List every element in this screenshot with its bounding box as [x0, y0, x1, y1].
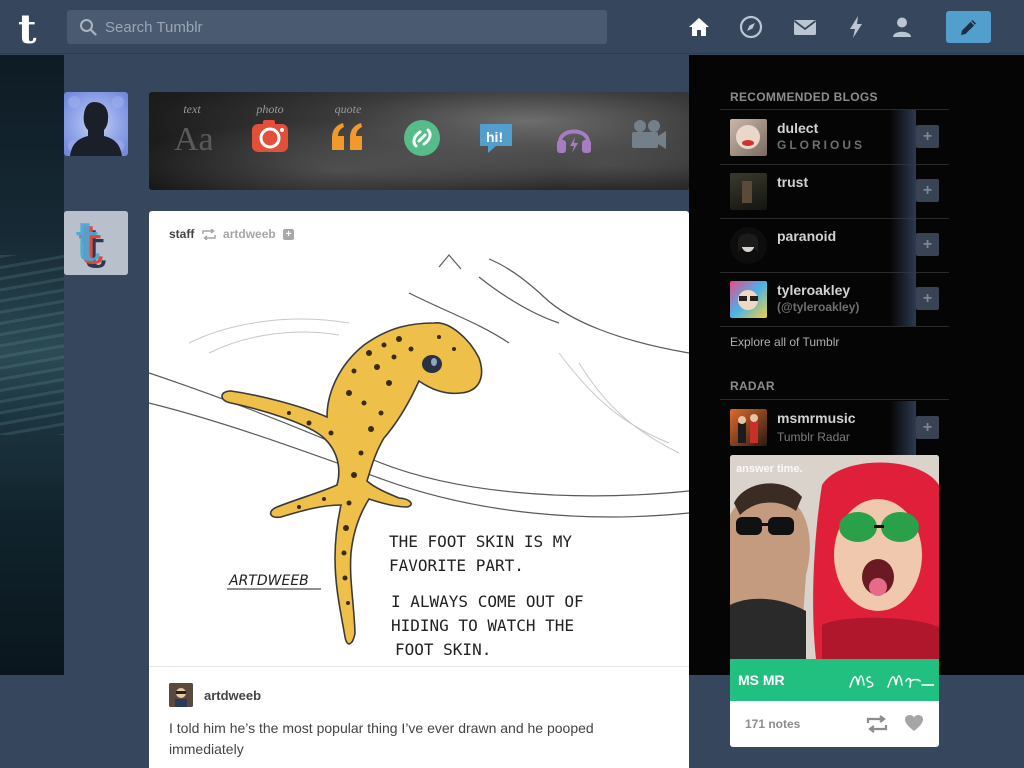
blog-name: paranoid	[777, 228, 837, 244]
svg-text:Aa: Aa	[174, 121, 212, 156]
post-type-link[interactable]	[387, 102, 457, 180]
radar-brand-banner: MS MR	[730, 659, 939, 701]
radar-photo: answer time.	[730, 455, 939, 659]
blog-avatar	[730, 119, 767, 156]
video-camera-icon	[632, 120, 666, 149]
blog-avatar	[730, 173, 767, 210]
post-type-chat[interactable]: hi!	[461, 102, 531, 180]
radar-heading: RADAR	[730, 379, 775, 393]
reblog-username[interactable]: artdweeb	[204, 688, 261, 703]
explore-all-link[interactable]: Explore all of Tumblr	[730, 335, 839, 349]
portrait-avatar-icon	[738, 233, 758, 253]
post-type-video[interactable]	[613, 102, 683, 180]
svg-text:THE FOOT SKIN IS MY: THE FOOT SKIN IS MY	[389, 532, 572, 551]
blog-title: (@tyleroakley)	[777, 300, 860, 314]
post-body-text: I told him he’s the most popular thing I…	[169, 720, 594, 757]
svg-text:FOOT SKIN.: FOOT SKIN.	[395, 640, 491, 659]
radar-post-card[interactable]: answer time. MS MR 171 notes	[730, 455, 939, 747]
post-header: staff artdweeb +	[169, 227, 295, 243]
compose-post-button[interactable]	[946, 11, 991, 43]
brand-signature-logo	[849, 675, 934, 688]
svg-text:hi!: hi!	[486, 129, 503, 145]
link-icon	[404, 120, 440, 156]
follow-blog-button[interactable]: +	[916, 416, 939, 439]
radar-blog-msmrmusic[interactable]: msmrmusic Tumblr Radar +	[720, 401, 949, 455]
silhouette-avatar-icon	[68, 96, 124, 156]
staff-avatar[interactable]: t t t	[64, 211, 128, 275]
inbox-envelope-icon[interactable]	[792, 14, 818, 40]
blog-title: Tumblr Radar	[777, 430, 850, 444]
reblogged-from-link[interactable]: artdweeb	[223, 227, 276, 241]
recommended-blog-paranoid[interactable]: paranoid +	[720, 218, 949, 272]
activity-lightning-icon[interactable]	[843, 14, 869, 40]
blog-name: trust	[777, 174, 809, 190]
recommended-blog-dulect[interactable]: dulect GLORIOUS +	[720, 110, 949, 164]
band-avatar-icon	[738, 414, 758, 443]
artdweeb-avatar[interactable]	[169, 683, 193, 707]
post-type-photo[interactable]: photo	[235, 102, 305, 180]
follow-plus-icon[interactable]: +	[283, 229, 295, 241]
tumblr-logo-icon[interactable]: t	[14, 6, 54, 53]
blog-name: tyleroakley	[777, 282, 851, 298]
search-input[interactable]	[105, 10, 595, 44]
recommended-blogs-heading: RECOMMENDED BLOGS	[730, 90, 878, 104]
quote-icon	[332, 123, 362, 150]
dark-photo-avatar-icon	[742, 181, 752, 203]
blog-title: GLORIOUS	[777, 138, 866, 152]
radar-overlay-text: answer time.	[736, 463, 803, 475]
follow-blog-button[interactable]: +	[916, 287, 939, 310]
search-icon	[80, 19, 97, 36]
svg-text:HIDING TO WATCH THE: HIDING TO WATCH THE	[391, 616, 574, 635]
dashboard-post: staff artdweeb + ARTDWEEB THE FOOT SKIN …	[149, 211, 689, 768]
text-aa-icon: Aa	[174, 121, 212, 156]
post-author-link[interactable]: staff	[169, 227, 194, 241]
svg-text:I ALWAYS COME OUT OF: I ALWAYS COME OUT OF	[391, 592, 584, 611]
account-person-icon[interactable]	[889, 14, 915, 40]
post-type-text[interactable]: text Aa	[157, 102, 227, 180]
top-bar: t	[0, 0, 1024, 54]
follow-blog-button[interactable]: +	[916, 179, 939, 202]
audio-headphones-icon	[557, 129, 591, 153]
reblog-icon[interactable]	[866, 715, 888, 733]
follow-blog-button[interactable]: +	[916, 233, 939, 256]
post-type-quote[interactable]: quote	[313, 102, 383, 180]
explore-compass-icon[interactable]	[738, 14, 764, 40]
tumblr-staff-t-icon: t t t	[64, 211, 128, 275]
blog-avatar	[730, 409, 767, 446]
svg-text:t: t	[18, 6, 37, 48]
gecko-illustration: ARTDWEEB THE FOOT SKIN IS MY FAVORITE PA…	[149, 253, 689, 665]
face-avatar-icon	[736, 125, 760, 149]
radar-notes-count[interactable]: 171 notes	[745, 717, 800, 731]
chat-hi-icon: hi!	[480, 124, 512, 153]
blog-avatar	[730, 227, 767, 264]
recommended-blog-trust[interactable]: trust +	[720, 164, 949, 218]
my-avatar[interactable]	[64, 92, 128, 156]
selfie-photo	[730, 455, 939, 659]
follow-blog-button[interactable]: +	[916, 125, 939, 148]
svg-text:t: t	[75, 211, 100, 273]
post-type-bar: text Aa photo quote hi!	[149, 92, 689, 190]
camera-icon	[252, 120, 288, 152]
pencil-icon	[961, 20, 976, 35]
svg-text:ARTDWEEB: ARTDWEEB	[228, 573, 309, 589]
colorful-avatar-icon	[738, 290, 758, 310]
post-type-audio[interactable]	[539, 102, 609, 180]
home-icon[interactable]	[686, 14, 712, 40]
radar-brand-name: MS MR	[738, 672, 785, 688]
recommended-blog-tyleroakley[interactable]: tyleroakley (@tyleroakley) +	[720, 272, 949, 326]
blog-name: dulect	[777, 120, 819, 136]
heart-like-icon[interactable]	[904, 714, 924, 732]
reblog-arrow-icon	[201, 229, 216, 241]
post-divider	[149, 666, 689, 667]
artist-avatar-icon	[169, 683, 193, 707]
blog-avatar	[730, 281, 767, 318]
svg-text:FAVORITE PART.: FAVORITE PART.	[389, 556, 524, 575]
blog-name: msmrmusic	[777, 410, 856, 426]
search-box[interactable]	[67, 10, 607, 44]
